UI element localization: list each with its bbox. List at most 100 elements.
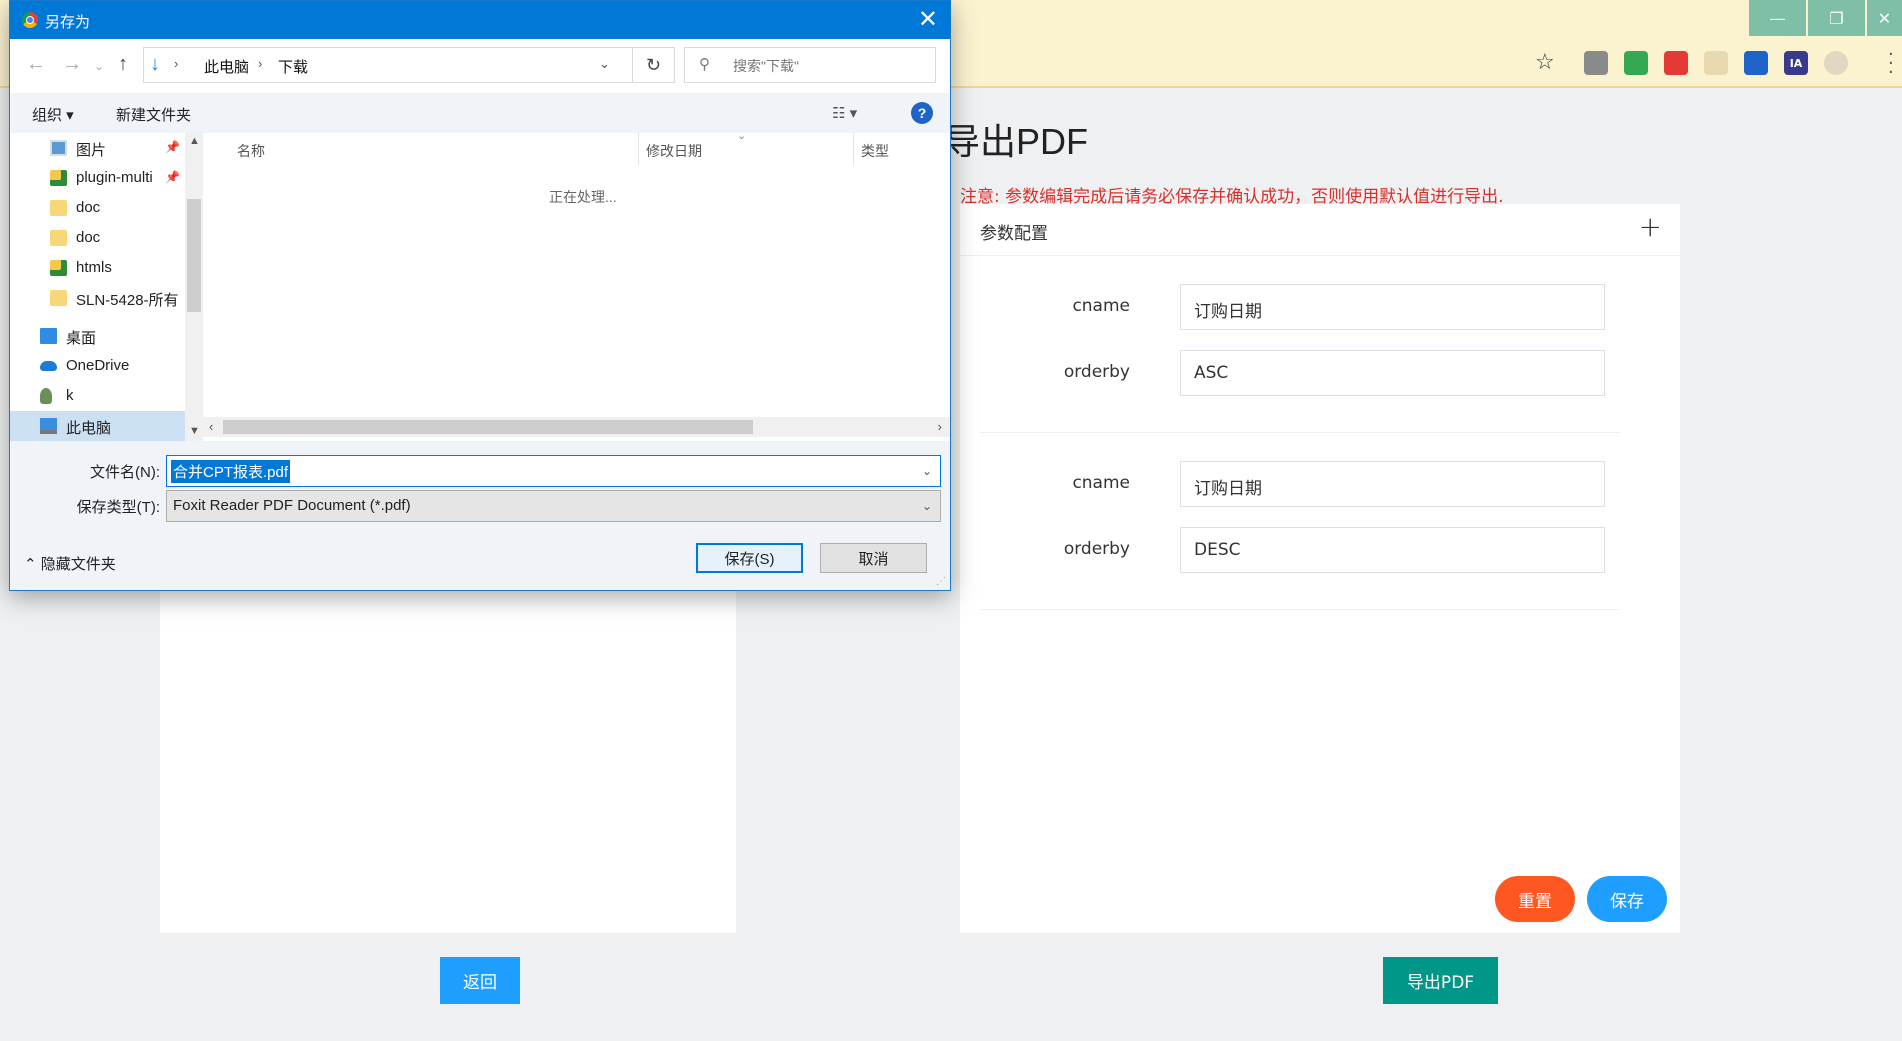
hide-folders-label: 隐藏文件夹: [40, 556, 116, 573]
column-header-name[interactable]: 名称: [237, 141, 265, 173]
scroll-left-icon[interactable]: ‹: [209, 419, 213, 434]
column-header-date[interactable]: 修改日期: [646, 141, 702, 173]
scroll-up-icon[interactable]: ▲: [189, 135, 200, 147]
breadcrumb-separator-icon: ›: [174, 56, 179, 71]
nav-item-label: k: [66, 387, 74, 404]
navigation-pane: 图片 📌 plugin-multi 📌 doc doc htmls SLN-5428-所有 桌面…: [10, 133, 203, 441]
export-pdf-button[interactable]: 导出PDF: [1383, 957, 1498, 1004]
panel-title: 参数配置: [980, 224, 1048, 244]
red-extension-icon[interactable]: [1664, 51, 1688, 75]
ia-extension-icon[interactable]: IA: [1784, 51, 1808, 75]
help-icon[interactable]: ?: [911, 102, 933, 124]
scroll-right-icon[interactable]: ›: [938, 419, 942, 434]
colorful-extension-icon[interactable]: [1624, 51, 1648, 75]
recent-dropdown-icon[interactable]: ⌄: [94, 59, 104, 73]
field-label: cname: [1072, 296, 1130, 316]
download-icon: ↓: [150, 53, 160, 75]
filename-label: 文件名(N):: [90, 464, 160, 481]
folder-icon: [50, 200, 67, 216]
nav-item[interactable]: OneDrive: [10, 351, 185, 381]
param-group: cname 订购日期 orderby DESC: [980, 433, 1620, 610]
pin-icon[interactable]: 📌: [165, 170, 180, 184]
faded-extension-icon[interactable]: [1704, 51, 1728, 75]
forward-arrow-icon[interactable]: →: [62, 53, 82, 76]
breadcrumb-downloads[interactable]: 下载: [278, 56, 308, 77]
dialog-search-input[interactable]: ⚲ 搜索"下载": [684, 47, 936, 83]
up-arrow-icon[interactable]: ↑: [118, 53, 128, 76]
horizontal-scrollbar[interactable]: ‹ ›: [203, 417, 950, 437]
add-param-icon[interactable]: +: [1639, 210, 1662, 243]
chevron-up-icon: ⌃: [24, 556, 37, 573]
nav-item-label: OneDrive: [66, 357, 130, 374]
orderby-input[interactable]: ASC: [1180, 350, 1605, 396]
view-options-icon[interactable]: ☷ ▾: [832, 104, 857, 122]
column-separator[interactable]: [853, 133, 854, 165]
nav-item-label: doc: [76, 199, 101, 216]
filetype-select[interactable]: Foxit Reader PDF Document (*.pdf) ⌄: [166, 490, 941, 522]
search-icon: ⚲: [699, 56, 710, 73]
param-config-panel: 参数配置 + cname 订购日期 orderby ASC cname 订购日期…: [960, 204, 1680, 933]
column-separator[interactable]: [638, 133, 639, 165]
address-bar[interactable]: [955, 46, 1515, 82]
orderby-input[interactable]: DESC: [1180, 527, 1605, 573]
nav-scrollbar[interactable]: ▲ ▼: [185, 133, 203, 441]
h-scroll-thumb[interactable]: [223, 420, 753, 434]
nav-item[interactable]: doc: [10, 193, 185, 223]
save-as-dialog: 另存为 ✕ ← → ⌄ ↑ ↓ › 此电脑 › 下载 ⌄ ↻ ⚲ 搜索"下载" …: [9, 0, 951, 591]
field-label: cname: [1072, 473, 1130, 493]
nav-item[interactable]: k: [10, 381, 185, 411]
filename-input[interactable]: 合并CPT报表.pdf ⌄: [166, 455, 941, 487]
resize-grip-icon[interactable]: ⋰: [936, 576, 946, 587]
pin-icon[interactable]: 📌: [165, 140, 180, 154]
chevron-down-icon[interactable]: ⌄: [922, 464, 932, 478]
organize-button[interactable]: 组织 ▾: [32, 104, 74, 125]
bookmark-star-icon[interactable]: ☆: [1535, 50, 1555, 75]
back-button[interactable]: 返回: [440, 957, 520, 1004]
nav-item[interactable]: 桌面: [10, 321, 185, 351]
close-icon[interactable]: ✕: [918, 5, 938, 34]
cname-input[interactable]: 订购日期: [1180, 461, 1605, 507]
nav-item[interactable]: 图片 📌: [10, 133, 185, 163]
cname-input[interactable]: 订购日期: [1180, 284, 1605, 330]
field-label: orderby: [1063, 362, 1130, 382]
column-header-type[interactable]: 类型: [861, 141, 889, 173]
hide-folders-toggle[interactable]: ⌃ 隐藏文件夹: [24, 553, 116, 574]
dialog-cancel-button[interactable]: 取消: [820, 543, 927, 573]
user-icon: [40, 388, 52, 404]
browser-menu-icon[interactable]: · · ·: [1888, 46, 1894, 82]
minimize-button[interactable]: —: [1749, 0, 1806, 36]
close-window-button[interactable]: ✕: [1867, 0, 1902, 36]
nav-item[interactable]: SLN-5428-所有: [10, 283, 185, 313]
restore-button[interactable]: ❐: [1808, 0, 1865, 36]
breadcrumb-this-pc[interactable]: 此电脑: [204, 56, 249, 77]
nav-item[interactable]: doc: [10, 223, 185, 253]
nav-item[interactable]: htmls: [10, 253, 185, 283]
save-button[interactable]: 保存: [1587, 876, 1667, 922]
new-folder-button[interactable]: 新建文件夹: [116, 104, 191, 125]
dialog-save-button[interactable]: 保存(S): [696, 543, 803, 573]
chrome-icon: [22, 12, 38, 28]
profile-icon[interactable]: [1824, 51, 1848, 75]
folder-icon: [50, 290, 67, 306]
chevron-down-icon[interactable]: ⌄: [599, 56, 610, 72]
nav-item[interactable]: 此电脑: [10, 411, 185, 441]
search-placeholder: 搜索"下载": [733, 58, 799, 74]
nav-scroll-thumb[interactable]: [187, 199, 201, 312]
dialog-address-bar[interactable]: ↓ › 此电脑 › 下载 ⌄: [143, 47, 633, 83]
blue-extension-icon[interactable]: [1744, 51, 1768, 75]
tab-extension-icon[interactable]: [1584, 51, 1608, 75]
chevron-down-icon[interactable]: ⌄: [922, 499, 932, 513]
computer-icon: [40, 418, 57, 434]
reset-button[interactable]: 重置: [1495, 876, 1575, 922]
nav-item-label: 桌面: [66, 330, 97, 347]
back-arrow-icon[interactable]: ←: [26, 53, 46, 76]
filename-value[interactable]: 合并CPT报表.pdf: [171, 460, 291, 483]
refresh-icon[interactable]: ↻: [633, 47, 675, 83]
dialog-bottom-area: 文件名(N): 合并CPT报表.pdf ⌄ 保存类型(T): Foxit Rea…: [10, 441, 950, 590]
field-label: orderby: [1063, 539, 1130, 559]
filetype-value: Foxit Reader PDF Document (*.pdf): [173, 497, 411, 514]
nav-item[interactable]: plugin-multi 📌: [10, 163, 185, 193]
sort-indicator-icon: ⌄: [737, 130, 747, 142]
scroll-down-icon[interactable]: ▼: [189, 425, 200, 437]
onedrive-icon: [40, 361, 57, 371]
